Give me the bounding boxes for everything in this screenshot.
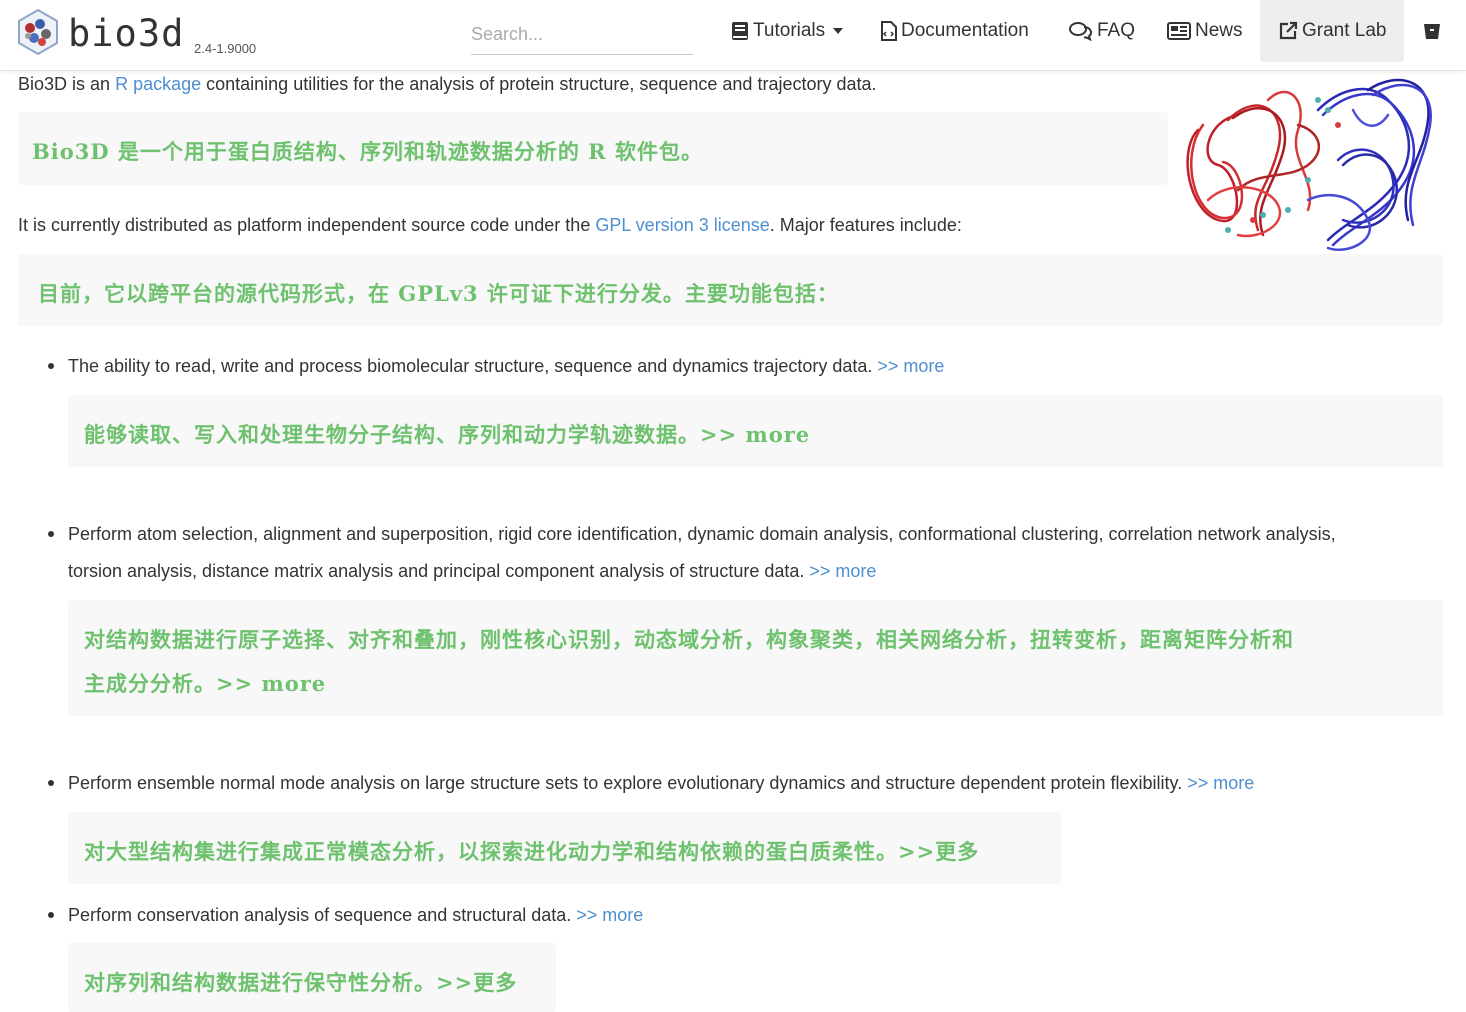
feature-2-translation-line1: 对结构数据进行原子选择、对齐和叠加，刚性核心识别，动态域分析，构象聚类，相关网络…: [84, 627, 1294, 652]
nav-grant-lab[interactable]: Grant Lab: [1260, 0, 1404, 62]
nav-news[interactable]: News: [1167, 0, 1243, 62]
feature-3-text: Perform ensemble normal mode analysis on…: [68, 773, 1188, 793]
nav-faq[interactable]: FAQ: [1069, 0, 1135, 62]
nav-documentation-label: Documentation: [901, 20, 1029, 41]
nav-news-label: News: [1195, 20, 1243, 41]
gpl-license-link[interactable]: GPL version 3 license: [595, 215, 769, 235]
license-suffix: . Major features include:: [769, 215, 962, 235]
feature-1-translation: 能够读取、写入和处理生物分子结构、序列和动力学轨迹数据。>> more: [84, 422, 811, 447]
list-bullet: [48, 363, 54, 369]
nav-grant-lab-label: Grant Lab: [1302, 20, 1387, 41]
nav-documentation[interactable]: Documentation: [880, 0, 1029, 62]
feature-2-translation-box: [68, 600, 1443, 716]
intro-prefix: Bio3D is an: [18, 74, 116, 94]
list-bullet: [48, 531, 54, 537]
feature-4-more-link[interactable]: >> more: [576, 905, 643, 925]
trash-icon: [1424, 24, 1440, 39]
feature-2-translation-line2: 主成分分析。>> more: [84, 671, 327, 696]
nav-faq-label: FAQ: [1097, 20, 1136, 41]
list-bullet: [48, 912, 54, 918]
feature-4-translation: 对序列和结构数据进行保守性分析。>>更多: [84, 970, 518, 995]
list-bullet: [48, 780, 54, 786]
feature-2-text: torsion analysis, distance matrix analys…: [68, 561, 810, 581]
intro-suffix: containing utilities for the analysis of…: [201, 74, 877, 94]
license-prefix: It is currently distributed as platform …: [18, 215, 596, 235]
feature-item-1: The ability to read, write and process b…: [68, 354, 944, 378]
brand-title[interactable]: bio3d: [68, 12, 184, 55]
feature-item-2-line1: Perform atom selection, alignment and su…: [68, 524, 1336, 544]
newspaper-icon: [1167, 22, 1191, 40]
bio3d-logo-icon[interactable]: [16, 8, 60, 56]
intro-translation: Bio3D 是一个用于蛋白质结构、序列和轨迹数据分析的 R 软件包。: [32, 139, 703, 164]
feature-3-more-link[interactable]: >> more: [1187, 773, 1254, 793]
nav-tutorials-label: Tutorials: [753, 20, 826, 41]
protein-structure-image: [1168, 70, 1443, 262]
book-icon: [732, 22, 748, 40]
feature-item-4: Perform conservation analysis of sequenc…: [68, 903, 643, 927]
feature-3-translation: 对大型结构集进行集成正常模态分析，以探索进化动力学和结构依赖的蛋白质柔性。>>更…: [84, 839, 980, 864]
search-input[interactable]: [471, 14, 693, 55]
comments-icon: [1069, 22, 1093, 41]
file-code-icon: [881, 21, 897, 41]
version-label: 2.4-1.9000: [194, 41, 257, 56]
license-translation: 目前，它以跨平台的源代码形式，在 GPLv3 许可证下进行分发。主要功能包括：: [38, 281, 839, 306]
license-paragraph: It is currently distributed as platform …: [18, 213, 962, 237]
feature-1-more-link[interactable]: >> more: [877, 356, 944, 376]
r-package-link[interactable]: R package: [115, 74, 201, 94]
feature-item-3: Perform ensemble normal mode analysis on…: [68, 771, 1254, 795]
feature-2-more-link[interactable]: >> more: [809, 561, 876, 581]
feature-item-2-line2: torsion analysis, distance matrix analys…: [68, 559, 876, 583]
feature-4-text: Perform conservation analysis of sequenc…: [68, 905, 577, 925]
nav-trash[interactable]: [1422, 0, 1442, 62]
intro-paragraph: Bio3D is an R package containing utiliti…: [18, 72, 877, 96]
feature-1-text: The ability to read, write and process b…: [68, 356, 878, 376]
external-link-icon: [1279, 21, 1298, 40]
nav-tutorials[interactable]: Tutorials: [731, 0, 844, 62]
caret-down-icon: [833, 28, 844, 34]
navbar: bio3d 2.4-1.9000 Tutorials Documentation…: [0, 0, 1466, 71]
